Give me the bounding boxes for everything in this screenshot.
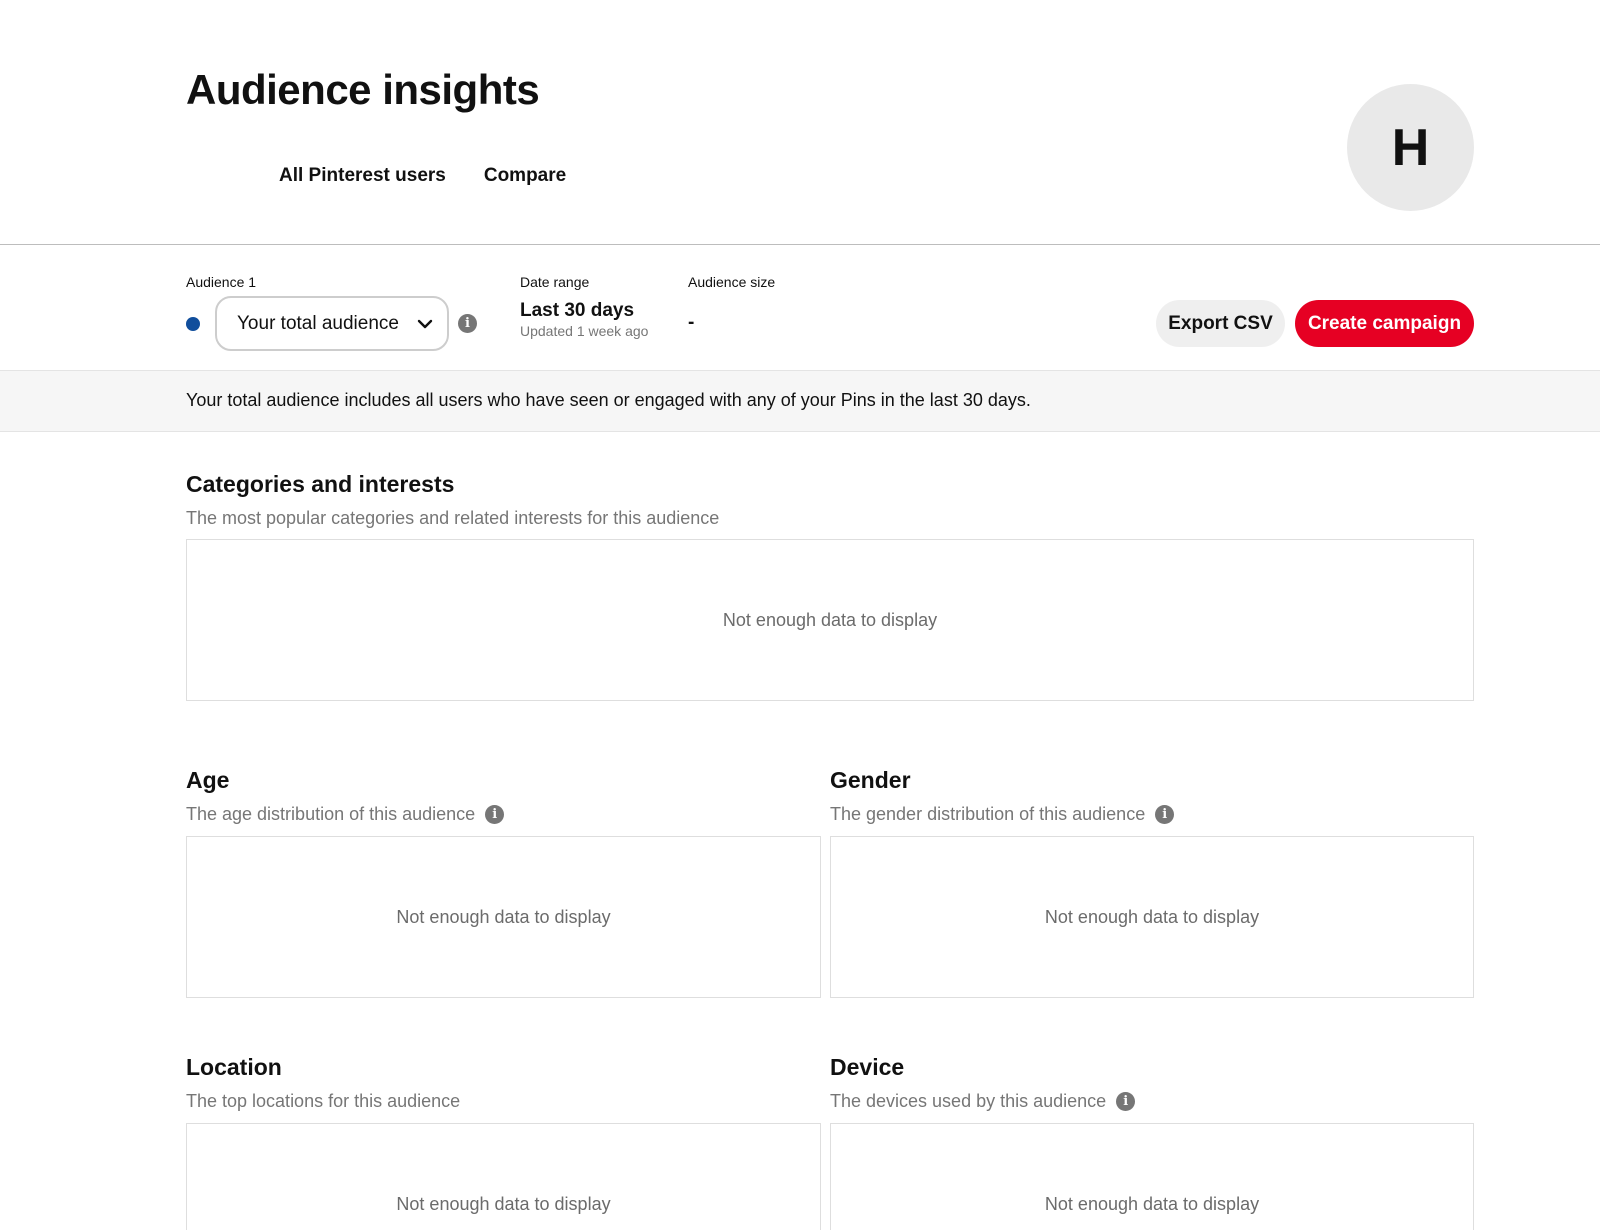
age-empty-message: Not enough data to display [396, 906, 611, 927]
age-subtitle-text: The age distribution of this audience [186, 804, 476, 824]
location-subtitle: The top locations for this audience [186, 1091, 460, 1112]
avatar[interactable]: H [1347, 84, 1474, 211]
categories-card: Not enough data to display [186, 539, 1474, 701]
device-subtitle: The devices used by this audience i [830, 1091, 1136, 1112]
categories-empty-message: Not enough data to display [722, 609, 938, 630]
audience-info-text: Your total audience includes all users w… [186, 390, 1031, 410]
age-info-icon[interactable]: i [485, 805, 505, 824]
gender-title: Gender [830, 767, 911, 793]
audience-select-value: Your total audience [237, 312, 399, 334]
audience-color-dot [186, 317, 200, 331]
gender-empty-message: Not enough data to display [1044, 906, 1260, 927]
tab-bar: All Pinterest users Compare [279, 165, 566, 187]
location-card: Not enough data to display [186, 1123, 821, 1230]
gender-info-icon[interactable]: i [1155, 805, 1175, 824]
gender-subtitle: The gender distribution of this audience… [830, 804, 1175, 825]
audience-size-label: Audience size [688, 274, 776, 290]
page-title: Audience insights [186, 66, 540, 113]
categories-subtitle: The most popular categories and related … [186, 508, 719, 529]
date-updated-text: Updated 1 week ago [520, 323, 649, 339]
categories-subtitle-text: The most popular categories and related … [186, 508, 720, 528]
audience-select[interactable]: Your total audience [215, 296, 449, 351]
audience-label: Audience 1 [186, 274, 257, 290]
device-info-icon[interactable]: i [1116, 1092, 1136, 1111]
device-card: Not enough data to display [830, 1123, 1474, 1230]
audience-insights-page: Audience insights All Pinterest users Co… [0, 0, 1600, 1230]
audience-info-icon[interactable]: i [458, 314, 477, 333]
export-csv-button[interactable]: Export CSV [1156, 300, 1285, 347]
categories-title: Categories and interests [186, 471, 455, 497]
gender-card: Not enough data to display [830, 836, 1474, 998]
location-title: Location [186, 1054, 282, 1080]
audience-info-banner: Your total audience includes all users w… [0, 370, 1600, 432]
date-range-value[interactable]: Last 30 days [520, 300, 634, 322]
create-campaign-button[interactable]: Create campaign [1295, 300, 1474, 347]
header-divider [0, 244, 1600, 245]
tab-all-pinterest-users[interactable]: All Pinterest users [279, 165, 446, 187]
gender-subtitle-text: The gender distribution of this audience [830, 804, 1146, 824]
device-title: Device [830, 1054, 905, 1080]
age-subtitle: The age distribution of this audience i [186, 804, 505, 825]
chevron-down-icon [417, 319, 433, 329]
location-empty-message: Not enough data to display [396, 1193, 611, 1214]
age-card: Not enough data to display [186, 836, 821, 998]
device-empty-message: Not enough data to display [1044, 1193, 1260, 1214]
location-subtitle-text: The top locations for this audience [186, 1091, 461, 1111]
device-subtitle-text: The devices used by this audience [830, 1091, 1107, 1111]
audience-size-value: - [688, 312, 695, 333]
tab-compare[interactable]: Compare [484, 165, 566, 187]
date-range-label: Date range [520, 274, 590, 290]
age-title: Age [186, 767, 230, 793]
